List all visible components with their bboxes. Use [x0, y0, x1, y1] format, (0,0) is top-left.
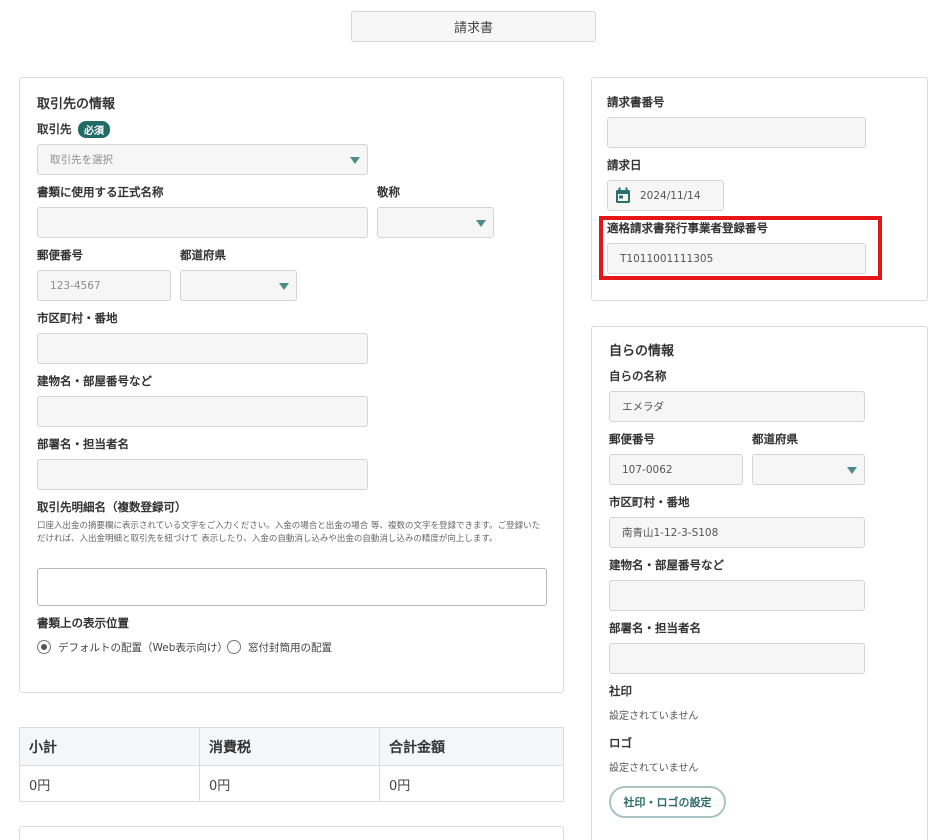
- official-name-label: 書類に使用する正式名称: [37, 185, 164, 199]
- self-department-input[interactable]: [609, 643, 865, 674]
- document-type-select[interactable]: 請求書: [351, 11, 596, 42]
- tax-header: 消費税: [200, 728, 380, 766]
- chevron-down-icon: [279, 282, 289, 290]
- total-header: 合計金額: [380, 728, 563, 766]
- client-select[interactable]: 取引先を選択: [37, 144, 368, 175]
- invoice-number-label: 請求書番号: [607, 95, 665, 109]
- self-city-label: 市区町村・番地: [609, 495, 690, 509]
- client-info-title: 取引先の情報: [37, 97, 116, 112]
- chevron-down-icon: [476, 219, 486, 227]
- client-city-input[interactable]: [37, 333, 368, 364]
- self-building-input[interactable]: [609, 580, 865, 611]
- self-building-label: 建物名・部屋番号など: [609, 558, 724, 572]
- totals-table: 小計 消費税 合計金額 0円 0円 0円: [19, 727, 564, 802]
- honorific-label: 敬称: [377, 185, 400, 199]
- self-name-label: 自らの名称: [609, 369, 667, 383]
- tax-value: 0円: [200, 766, 380, 802]
- client-prefecture-label: 都道府県: [180, 248, 226, 262]
- invoice-date-label: 請求日: [607, 158, 642, 172]
- client-label: 取引先: [37, 122, 72, 136]
- logo-status: 設定されていません: [609, 763, 699, 774]
- display-position-label: 書類上の表示位置: [37, 616, 129, 630]
- radio-window-envelope-label: 窓付封筒用の配置: [248, 642, 332, 654]
- chevron-down-icon: [847, 466, 857, 474]
- self-postal-value: 107-0062: [622, 463, 673, 476]
- next-section-card: [19, 826, 564, 840]
- client-department-label: 部署名・担当者名: [37, 437, 129, 451]
- client-prefecture-select[interactable]: [180, 270, 297, 301]
- client-building-label: 建物名・部屋番号など: [37, 374, 152, 388]
- client-city-label: 市区町村・番地: [37, 311, 118, 325]
- honorific-select[interactable]: [377, 207, 494, 238]
- client-detail-label: 取引先明細名（複数登録可）: [37, 500, 187, 514]
- client-postal-placeholder: 123-4567: [50, 279, 101, 292]
- logo-label: ロゴ: [609, 736, 632, 750]
- client-department-input[interactable]: [37, 459, 368, 490]
- invoice-date-value: 2024/11/14: [640, 189, 701, 202]
- self-prefecture-select[interactable]: [752, 454, 865, 485]
- subtotal-header: 小計: [20, 728, 200, 766]
- self-city-input[interactable]: 南青山1-12-3-S108: [609, 517, 865, 548]
- total-value: 0円: [389, 778, 411, 794]
- required-badge: 必須: [78, 121, 110, 138]
- radio-window-envelope[interactable]: [227, 640, 241, 654]
- client-building-input[interactable]: [37, 396, 368, 427]
- self-prefecture-label: 都道府県: [752, 432, 798, 446]
- self-name-input[interactable]: エメラダ: [609, 391, 865, 422]
- calendar-icon: [616, 187, 630, 203]
- chevron-down-icon: [350, 156, 360, 164]
- self-postal-input[interactable]: 107-0062: [609, 454, 743, 485]
- client-detail-textarea[interactable]: [37, 568, 547, 606]
- self-info-title: 自らの情報: [609, 344, 675, 359]
- official-name-input[interactable]: [37, 207, 368, 238]
- client-postal-input[interactable]: 123-4567: [37, 270, 171, 301]
- client-detail-hint: 口座入出金の摘要欄に表示されている文字をご入力ください。入金の場合と出金の場合 …: [37, 521, 541, 544]
- radio-default-layout-label: デフォルトの配置（Web表示向け）: [58, 642, 228, 654]
- client-postal-label: 郵便番号: [37, 248, 83, 262]
- self-department-label: 部署名・担当者名: [609, 621, 701, 635]
- seal-status: 設定されていません: [609, 711, 699, 722]
- self-postal-label: 郵便番号: [609, 432, 655, 446]
- registration-highlight-box: [599, 216, 882, 280]
- seal-label: 社印: [609, 684, 632, 698]
- self-city-value: 南青山1-12-3-S108: [622, 527, 719, 539]
- client-select-placeholder: 取引先を選択: [50, 154, 113, 166]
- invoice-number-input[interactable]: [607, 117, 866, 148]
- seal-logo-settings-button[interactable]: 社印・ロゴの設定: [609, 786, 726, 818]
- subtotal-value: 0円: [20, 766, 200, 802]
- self-name-value: エメラダ: [622, 401, 664, 413]
- radio-default-layout[interactable]: [37, 640, 51, 654]
